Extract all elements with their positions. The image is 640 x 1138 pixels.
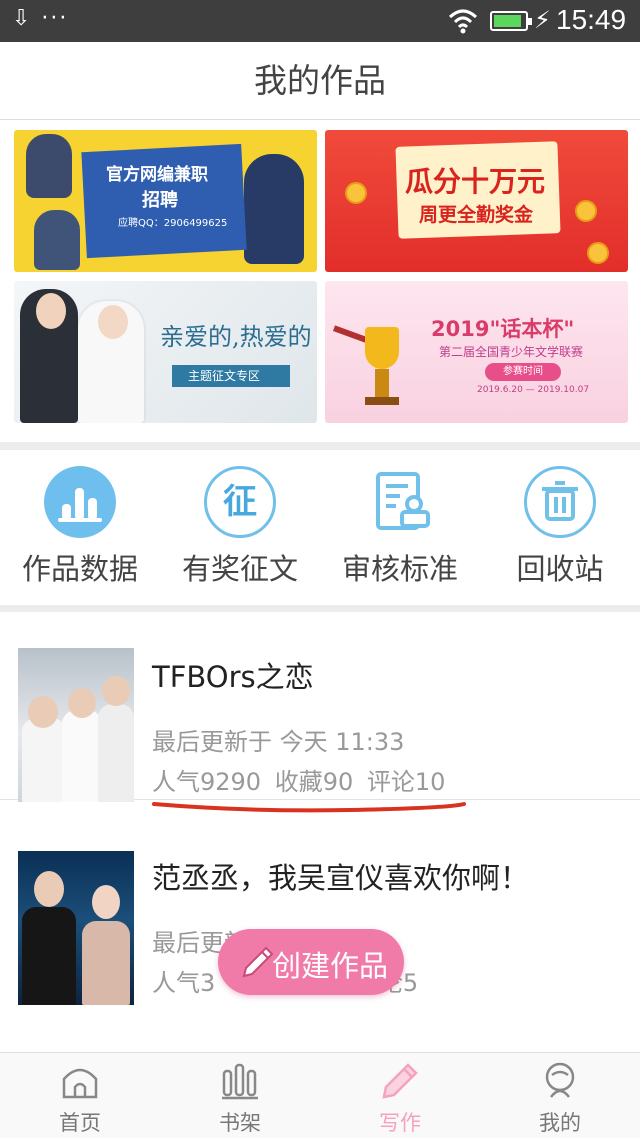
contest-glyph: 征 (223, 482, 257, 522)
tab-write[interactable]: 写作 (320, 1053, 480, 1138)
menu-item-contest[interactable]: 征 有奖征文 (160, 450, 320, 605)
cover-face (68, 688, 96, 718)
photo-face (98, 305, 128, 339)
banner-bonus[interactable]: 瓜分十万元 周更全勤奖金 (325, 130, 628, 272)
work-updated-time: 最后更新于 今天 11:33 (152, 728, 405, 756)
ribbon-decoration (332, 325, 368, 343)
work-stats: 人气9290 收藏90 评论10 (152, 762, 451, 797)
tab-label: 我的 (539, 1111, 581, 1135)
charging-icon: ⚡ (534, 6, 551, 34)
banner-recruit[interactable]: 官方网编兼职 招聘 应聘QQ：2906499625 (14, 130, 317, 272)
work-cover-image (18, 648, 134, 802)
work-cover-image (18, 851, 134, 1005)
bottom-tab-bar: 首页 书架 写作 我的 (0, 1052, 640, 1138)
coin-icon (587, 242, 609, 264)
tab-label: 首页 (59, 1111, 101, 1135)
quick-menu: 作品数据 征 有奖征文 审核标准 回收站 (0, 450, 640, 605)
trash-icon (524, 466, 596, 538)
cover-face (102, 676, 130, 706)
tab-profile[interactable]: 我的 (480, 1053, 640, 1138)
trophy-base (365, 397, 399, 405)
cover-figure (22, 718, 66, 802)
menu-item-label: 有奖征文 (181, 552, 298, 586)
cover-figure (98, 704, 134, 802)
work-popularity: 人气3 (152, 969, 216, 997)
cover-face (28, 696, 58, 728)
cover-figure (22, 907, 76, 1005)
illustration-person (26, 134, 72, 198)
cover-face (34, 871, 64, 907)
notification-icons: ⇩ ··· (12, 6, 69, 31)
tab-home[interactable]: 首页 (0, 1053, 160, 1138)
banner-subtitle: 主题征文专区 (188, 369, 261, 383)
bookshelf-icon (222, 1063, 258, 1100)
banner-theme[interactable]: 亲爱的,热爱的 主题征文专区 (14, 281, 317, 423)
photo-face (36, 293, 66, 329)
handdrawn-underline (152, 802, 466, 813)
document-review-icon (376, 472, 430, 530)
page-header: 我的作品 (0, 42, 640, 120)
page-title: 我的作品 (254, 61, 386, 100)
banner-badge: 参赛时间 (485, 363, 561, 381)
create-work-label: 创建作品 (272, 949, 389, 983)
work-comments: 评论10 (366, 768, 446, 796)
menu-item-label: 回收站 (516, 552, 604, 586)
menu-item-review-standards[interactable]: 审核标准 (320, 450, 480, 605)
trophy-icon (365, 327, 399, 369)
cover-face (92, 885, 120, 919)
work-popularity: 人气9290 (152, 768, 262, 796)
illustration-person (34, 210, 80, 270)
menu-item-work-data[interactable]: 作品数据 (0, 450, 160, 605)
banner-subtitle: 招聘 (142, 190, 178, 211)
illustration-person (244, 154, 304, 264)
work-title: TFBOrs之恋 (152, 660, 314, 694)
pen-icon (382, 1063, 418, 1099)
banner-title: 2019"话本杯" (431, 317, 575, 341)
home-icon (62, 1068, 98, 1099)
status-bar: ⇩ ··· ⚡ 15:49 (0, 0, 640, 42)
banner-title: 瓜分十万元 (405, 165, 546, 198)
battery-icon (490, 11, 532, 31)
banner-subtitle: 周更全勤奖金 (419, 204, 534, 226)
tab-bookshelf[interactable]: 书架 (160, 1053, 320, 1138)
menu-item-label: 审核标准 (341, 552, 458, 586)
work-favorites: 收藏90 (274, 768, 354, 796)
trophy-stem (375, 369, 389, 399)
banner-title: 官方网编兼职 (106, 165, 208, 185)
banner-title: 亲爱的,热爱的 (160, 323, 312, 351)
wifi-icon (448, 9, 478, 34)
coin-icon (575, 200, 597, 222)
tab-label: 书架 (219, 1111, 261, 1135)
clock: 15:49 (556, 4, 627, 35)
create-work-button[interactable]: 创建作品 (218, 929, 404, 995)
banner-dates: 2019.6.20 — 2019.10.07 (477, 385, 590, 395)
contest-icon: 征 (204, 466, 276, 538)
banner-subtitle: 第二届全国青少年文学联赛 (439, 345, 584, 359)
banner-grid: 官方网编兼职 招聘 应聘QQ：2906499625 瓜分十万元 周更全勤奖金 亲… (0, 120, 640, 442)
banner-detail: 应聘QQ：2906499625 (118, 218, 228, 229)
tab-label: 写作 (379, 1111, 421, 1135)
work-item[interactable]: TFBOrs之恋 最后更新于 今天 11:33 人气9290 收藏90 评论10 (0, 612, 640, 813)
menu-item-recycle-bin[interactable]: 回收站 (480, 450, 640, 605)
profile-icon (545, 1062, 575, 1098)
coin-icon (345, 182, 367, 204)
menu-item-label: 作品数据 (21, 552, 138, 586)
bar-chart-icon (44, 466, 116, 538)
cover-figure (62, 710, 102, 802)
banner-contest[interactable]: 2019"话本杯" 第二届全国青少年文学联赛 参赛时间 2019.6.20 — … (325, 281, 628, 423)
work-title: 范丞丞，我吴宣仪喜欢你啊！ (152, 861, 530, 895)
cover-figure (82, 921, 130, 1005)
